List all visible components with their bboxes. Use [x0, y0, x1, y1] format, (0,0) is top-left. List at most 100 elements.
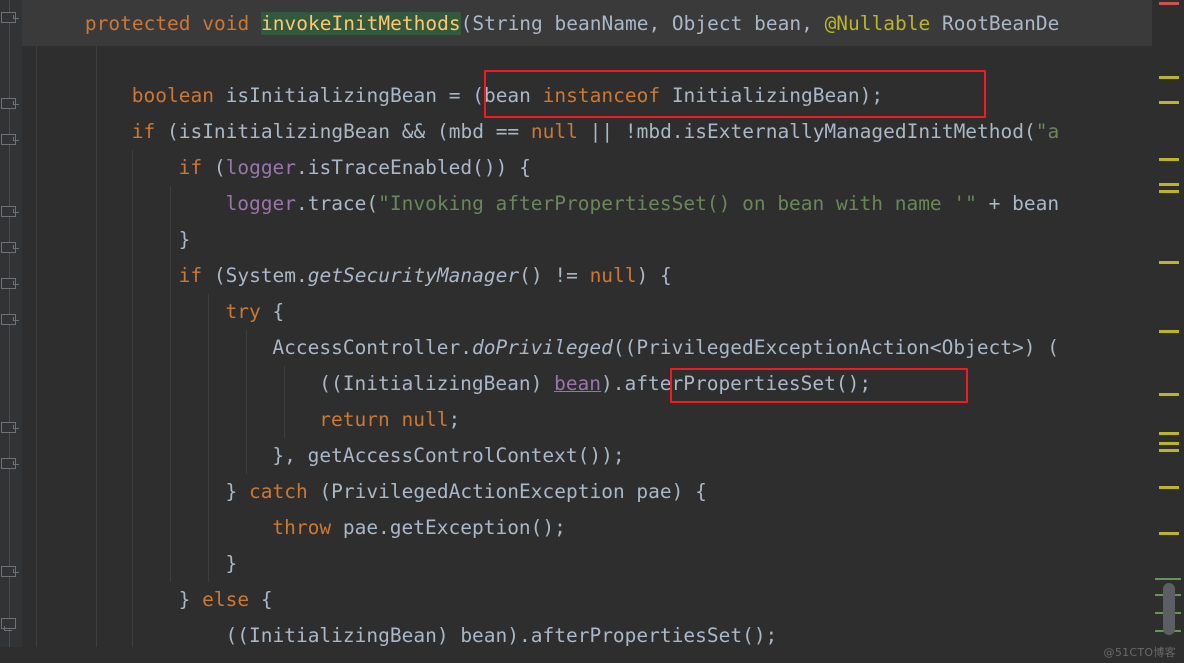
- warning-marker[interactable]: [1159, 101, 1179, 104]
- watermark: @51CTO博客: [1104, 644, 1176, 660]
- code-token: .trace(: [295, 192, 379, 215]
- code-line[interactable]: throw pae.getException();: [0, 510, 566, 546]
- warning-marker[interactable]: [1159, 532, 1179, 535]
- warning-marker[interactable]: [1159, 432, 1179, 435]
- code-token: null: [401, 408, 449, 431]
- warning-marker[interactable]: [1159, 330, 1179, 333]
- code-token: (System.: [202, 264, 308, 287]
- fold-marker-icon[interactable]: [1, 312, 19, 325]
- fold-marker-icon[interactable]: [1, 132, 19, 145]
- warning-marker[interactable]: [1159, 183, 1179, 186]
- code-line[interactable]: } catch (PrivilegedActionException pae) …: [0, 474, 707, 510]
- code-line[interactable]: if (isInitializingBean && (mbd == null |…: [0, 114, 1060, 150]
- fold-marker-icon[interactable]: [1, 276, 19, 289]
- code-token: boolean: [131, 84, 214, 107]
- code-token: if: [178, 264, 203, 287]
- code-token: ((InitializingBean): [319, 372, 555, 395]
- code-token: ((PrivilegedExceptionAction<Object>) (: [612, 336, 1059, 359]
- code-line[interactable]: protected void invokeInitMethods(String …: [0, 6, 1059, 42]
- warning-marker[interactable]: [1159, 393, 1179, 396]
- code-token: + bean: [976, 192, 1060, 215]
- code-token: return: [319, 408, 390, 431]
- fold-marker-icon[interactable]: [1, 204, 19, 217]
- code-token: }: [178, 228, 191, 251]
- fold-marker-icon[interactable]: [1, 96, 19, 109]
- code-token: void: [202, 12, 250, 35]
- warning-marker[interactable]: [1159, 76, 1179, 79]
- code-line[interactable]: }, getAccessControlContext());: [0, 438, 625, 474]
- code-token: (: [202, 156, 226, 179]
- code-token: protected: [84, 12, 191, 35]
- code-line[interactable]: logger.trace("Invoking afterPropertiesSe…: [0, 186, 1060, 222]
- code-token: || !mbd.isExternallyManagedInitMethod(: [577, 120, 1036, 143]
- code-token: throw: [272, 516, 332, 539]
- code-token: RootBeanDe: [930, 12, 1060, 35]
- code-token: {: [260, 300, 285, 323]
- error-marker[interactable]: [1159, 2, 1179, 5]
- error-stripe-marker-bar[interactable]: [1152, 0, 1184, 663]
- code-token: null: [530, 120, 578, 143]
- code-token: ((InitializingBean) bean).afterPropertie…: [225, 624, 778, 647]
- code-token: logger: [225, 156, 297, 179]
- vertical-scrollbar-thumb[interactable]: [1163, 583, 1175, 635]
- fold-marker-icon[interactable]: [1, 10, 19, 23]
- code-token: bean: [554, 372, 602, 395]
- code-token: ) {: [636, 264, 672, 287]
- code-token: null: [589, 264, 637, 287]
- code-token: InitializingBean);: [660, 84, 884, 107]
- code-token: () !=: [519, 264, 590, 287]
- code-token: else: [202, 588, 250, 611]
- code-token: instanceof: [542, 84, 661, 107]
- warning-marker[interactable]: [1159, 158, 1179, 161]
- fold-marker-icon[interactable]: [1, 616, 18, 631]
- watermark-text: @51CTO博客: [1103, 646, 1176, 659]
- vcs-added-marker: [1155, 578, 1181, 580]
- code-line[interactable]: boolean isInitializingBean = (bean insta…: [0, 78, 883, 114]
- warning-marker[interactable]: [1159, 486, 1179, 489]
- warning-marker[interactable]: [1159, 190, 1179, 193]
- fold-marker-icon[interactable]: [1, 240, 19, 253]
- code-token: AccessController.: [272, 336, 472, 359]
- code-token: isInitializingBean = (bean: [213, 84, 543, 107]
- code-token: (isInitializingBean && (mbd ==: [155, 120, 531, 143]
- code-line[interactable]: }: [0, 546, 238, 582]
- code-token: .isTraceEnabled()) {: [296, 156, 531, 179]
- code-token: }: [225, 480, 249, 503]
- code-line[interactable]: try {: [0, 294, 285, 330]
- code-token: }: [178, 588, 203, 611]
- fold-marker-icon[interactable]: [1, 564, 19, 577]
- code-token: logger: [225, 192, 296, 215]
- code-token: }, getAccessControlContext());: [272, 444, 625, 467]
- code-token: (String beanName, Object bean,: [460, 12, 825, 35]
- warning-marker[interactable]: [1159, 442, 1179, 445]
- code-token: invokeInitMethods: [261, 12, 461, 35]
- code-token: @Nullable: [824, 12, 931, 35]
- code-text-area[interactable]: protected void invokeInitMethods(String …: [0, 0, 1152, 663]
- code-token: "Invoking afterPropertiesSet() on bean w…: [378, 192, 977, 215]
- code-line[interactable]: ((InitializingBean) bean).afterPropertie…: [0, 366, 871, 402]
- code-token: {: [249, 588, 273, 611]
- code-token: if: [178, 156, 203, 179]
- warning-marker[interactable]: [1159, 449, 1179, 452]
- code-folding-gutter[interactable]: [0, 0, 22, 663]
- fold-marker-icon[interactable]: [1, 420, 19, 433]
- code-line[interactable]: AccessController.doPrivileged((Privilege…: [0, 330, 1059, 366]
- code-token: }: [225, 552, 238, 575]
- code-line[interactable]: return null;: [0, 402, 460, 438]
- code-line[interactable]: if (System.getSecurityManager() != null)…: [0, 258, 672, 294]
- warning-marker[interactable]: [1159, 261, 1179, 264]
- code-line[interactable]: }: [0, 222, 191, 258]
- code-line[interactable]: } else {: [0, 582, 273, 618]
- code-token: doPrivileged: [471, 336, 613, 359]
- fold-marker-icon[interactable]: [1, 456, 19, 469]
- code-token: if: [131, 120, 156, 143]
- code-token: getSecurityManager: [307, 264, 520, 287]
- code-token: "a: [1035, 120, 1060, 143]
- code-token: ).afterPropertiesSet();: [601, 372, 872, 395]
- code-editor[interactable]: protected void invokeInitMethods(String …: [0, 0, 1184, 663]
- editor-bottom-strip: [0, 647, 1184, 663]
- code-token: catch: [249, 480, 308, 503]
- code-line[interactable]: if (logger.isTraceEnabled()) {: [0, 150, 531, 186]
